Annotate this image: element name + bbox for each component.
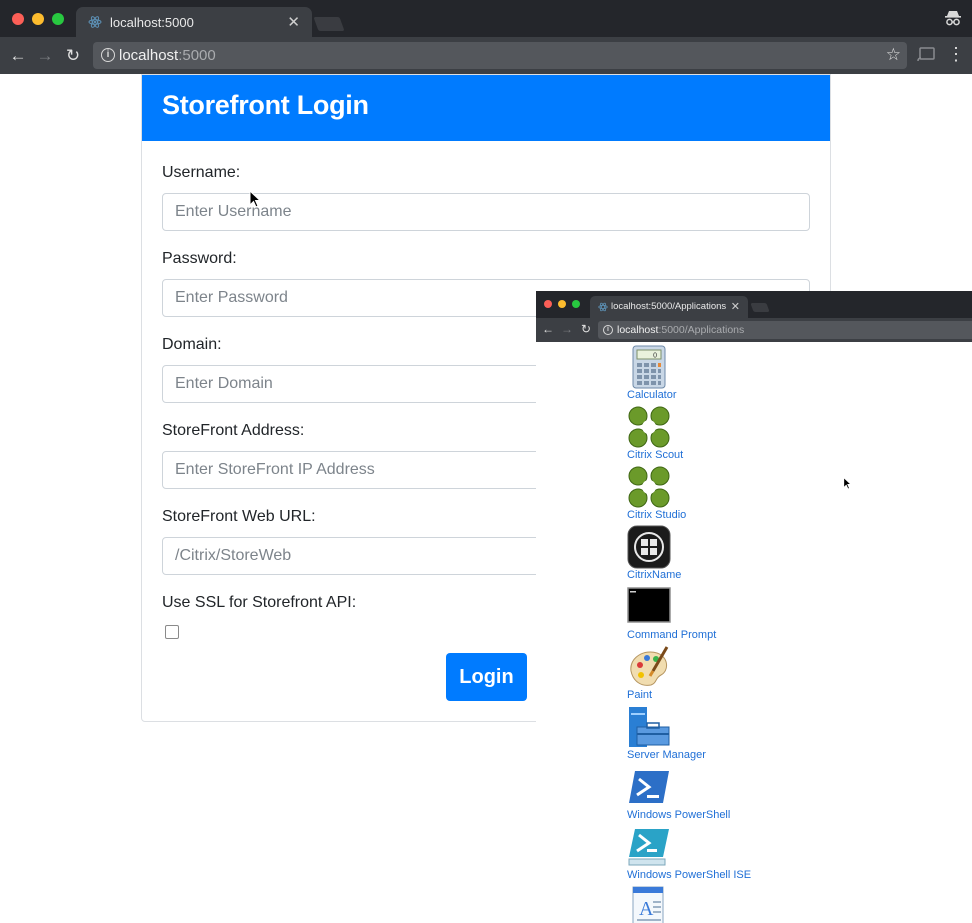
new-tab-button[interactable] — [750, 303, 770, 312]
cast-icon[interactable] — [917, 47, 935, 63]
app-label: Citrix Scout — [627, 449, 684, 461]
svg-text:A: A — [639, 898, 654, 920]
browser-tab-active[interactable]: localhost:5000 ✕ — [76, 7, 312, 37]
domain-label: Domain: — [162, 336, 222, 353]
ssl-checkbox[interactable] — [165, 625, 179, 639]
paint-palette-icon — [630, 646, 669, 686]
app-citrix-scout[interactable]: Citrix Scout — [627, 405, 827, 463]
back-arrow-icon[interactable]: ← — [8, 46, 28, 66]
browser-toolbar: ← → ↻ i localhost:5000 ☆ ⋮ — [0, 37, 972, 74]
app-label: Paint — [627, 689, 653, 701]
react-atom-icon — [598, 302, 608, 312]
app-label: Server Manager — [627, 749, 706, 761]
applications-window: localhost:5000/Applications ✕ ← → ↻ i lo… — [536, 291, 972, 923]
app-label: CitrixName — [627, 569, 682, 581]
app-label: Windows PowerShell ISE — [627, 869, 752, 881]
bookmark-star-icon[interactable]: ☆ — [886, 45, 901, 65]
forward-arrow-icon[interactable]: → — [35, 46, 55, 66]
username-label: Username: — [162, 164, 241, 181]
close-window-button[interactable] — [544, 300, 552, 308]
more-menu-icon[interactable]: ⋮ — [947, 45, 965, 66]
powershell-icon — [629, 771, 669, 803]
app-label: Citrix Studio — [627, 509, 687, 521]
back-arrow-icon[interactable]: ← — [541, 322, 555, 336]
info-icon[interactable]: i — [603, 325, 613, 335]
browser-titlebar: localhost:5000 ✕ — [0, 0, 972, 37]
server-manager-icon — [629, 707, 670, 747]
app-paint[interactable]: Paint — [627, 645, 827, 703]
applications-toolbar: ← → ↻ i localhost:5000/Applications — [536, 318, 972, 342]
address-bar-url: localhost:5000/Applications — [617, 324, 745, 336]
app-citrix-studio[interactable]: Citrix Studio — [627, 465, 827, 523]
tab-title: localhost:5000 — [110, 15, 194, 30]
calculator-icon: 0 — [632, 345, 666, 389]
forward-arrow-icon[interactable]: → — [560, 322, 574, 336]
app-server-manager[interactable]: Server Manager — [627, 705, 827, 763]
ssl-label: Use SSL for Storefront API: — [162, 594, 357, 611]
app-wordpad[interactable]: A — [627, 885, 827, 923]
login-button[interactable]: Login — [446, 653, 527, 701]
app-label: Command Prompt — [627, 629, 717, 641]
info-icon[interactable]: i — [101, 48, 115, 62]
app-label: Windows PowerShell — [627, 809, 731, 821]
mouse-cursor-icon — [843, 477, 852, 490]
svg-text:0: 0 — [653, 353, 657, 360]
mouse-cursor-icon — [249, 190, 262, 208]
close-window-button[interactable] — [12, 13, 24, 25]
storefront-address-label: StoreFront Address: — [162, 422, 305, 439]
maximize-window-button[interactable] — [572, 300, 580, 308]
windows-logo-icon — [627, 525, 671, 569]
app-command-prompt[interactable]: Command Prompt — [627, 585, 827, 643]
app-windows-powershell-ise[interactable]: Windows PowerShell ISE — [627, 825, 827, 883]
app-label: Calculator — [627, 389, 677, 401]
citrix-scout-icon — [628, 406, 670, 448]
address-bar[interactable]: i localhost:5000 ☆ — [93, 42, 907, 69]
citrix-studio-icon — [628, 466, 670, 508]
page-title: Storefront Login — [142, 75, 830, 141]
wordpad-icon: A — [632, 886, 664, 923]
new-tab-button[interactable] — [313, 17, 345, 31]
address-bar[interactable]: i localhost:5000/Applications — [598, 321, 972, 339]
react-atom-icon — [88, 16, 102, 28]
applications-titlebar: localhost:5000/Applications ✕ — [536, 291, 972, 318]
tab-title: localhost:5000/Applications — [611, 301, 727, 312]
app-citrixname[interactable]: CitrixName — [627, 525, 827, 583]
address-bar-url: localhost:5000 — [119, 47, 216, 64]
minimize-window-button[interactable] — [32, 13, 44, 25]
minimize-window-button[interactable] — [558, 300, 566, 308]
command-prompt-icon — [627, 587, 671, 623]
tab-close-icon[interactable]: ✕ — [287, 13, 300, 31]
reload-icon[interactable]: ↻ — [579, 322, 593, 336]
incognito-icon — [945, 11, 961, 26]
app-windows-powershell[interactable]: Windows PowerShell — [627, 765, 827, 823]
maximize-window-button[interactable] — [52, 13, 64, 25]
storefront-web-url-label: StoreFront Web URL: — [162, 508, 316, 525]
tab-close-icon[interactable]: ✕ — [731, 300, 740, 313]
reload-icon[interactable]: ↻ — [63, 46, 83, 66]
applications-tab[interactable]: localhost:5000/Applications ✕ — [590, 296, 748, 318]
powershell-ise-icon — [628, 829, 669, 866]
app-calculator[interactable]: 0 Calculator — [627, 345, 827, 403]
password-label: Password: — [162, 250, 237, 267]
